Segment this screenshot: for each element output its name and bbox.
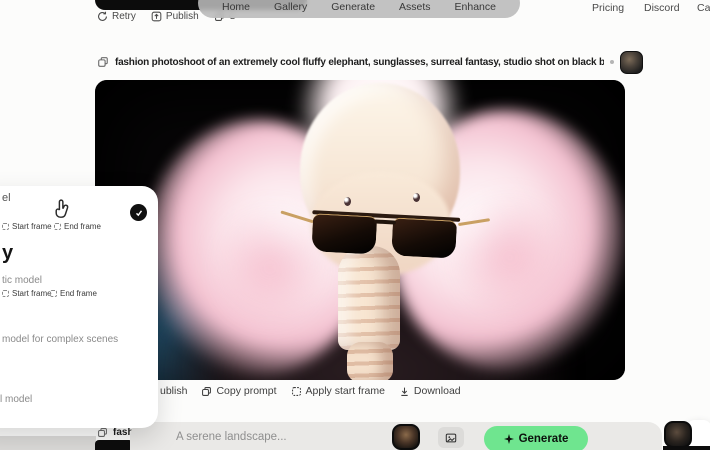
video-actions: ublish Copy prompt Apply start frame Dow… (160, 385, 461, 397)
end-frame-chip-label: End frame (60, 289, 97, 298)
prompt-text: fashion photoshoot of an extremely cool … (115, 57, 604, 68)
next-prompt-copy-icon (97, 427, 108, 438)
copy-prompt-button[interactable]: Copy prompt (201, 385, 276, 397)
hand-cursor-icon (52, 198, 74, 227)
nav-home[interactable]: Home (222, 0, 250, 15)
frame-icon (2, 223, 9, 230)
check-icon (134, 208, 144, 218)
elephant-right-eye (413, 193, 420, 202)
image-icon (445, 432, 457, 444)
generated-video[interactable] (95, 80, 625, 380)
sunglasses-left-lens (311, 213, 377, 254)
nav-gallery[interactable]: Gallery (274, 0, 307, 15)
model-option-title-fragment[interactable]: y (2, 242, 13, 265)
download-label: Download (414, 385, 461, 397)
bottom-left-strip (0, 436, 96, 450)
publish-button[interactable]: Publish (151, 11, 199, 22)
apply-start-frame-icon (291, 386, 302, 397)
elephant-left-eye (344, 197, 351, 206)
app-window: Retry Publish C Home Gallery Generate As… (0, 0, 710, 450)
start-frame-chip[interactable]: Start frame (2, 289, 52, 298)
download-icon (399, 386, 410, 397)
publish-action-label-fragment: ublish (160, 385, 187, 397)
download-button[interactable]: Download (399, 385, 461, 397)
prompt-row: fashion photoshoot of an extremely cool … (97, 50, 643, 74)
copy-prompt-icon (201, 386, 212, 397)
publish-icon (151, 11, 162, 22)
prompt-copy-icon[interactable] (97, 56, 109, 68)
retry-label: Retry (112, 11, 136, 22)
sunglasses (308, 210, 463, 270)
selected-check-badge (130, 204, 147, 221)
bottom-right-thumbnail[interactable] (664, 421, 692, 448)
nav-pricing[interactable]: Pricing (592, 2, 624, 14)
prompt-separator-dot (610, 60, 614, 64)
reference-image-thumbnail[interactable] (392, 424, 420, 450)
start-frame-chip-label: Start frame (12, 222, 52, 231)
elephant-right-ear-inner (450, 185, 570, 330)
sunglasses-bridge (374, 219, 396, 224)
nav-generate[interactable]: Generate (331, 0, 375, 15)
elephant-left-ear-inner (215, 195, 325, 340)
generate-label: Generate (519, 433, 569, 445)
nav-assets[interactable]: Assets (399, 0, 431, 15)
retry-button[interactable]: Retry (97, 11, 136, 22)
model-option-subtitle-fragment: tic model (2, 275, 42, 286)
apply-start-frame-button[interactable]: Apply start frame (291, 385, 385, 397)
generate-bar: Generate (130, 422, 662, 450)
start-frame-chip[interactable]: Start frame (2, 222, 52, 231)
frame-icon (2, 290, 9, 297)
model-option-description-fragment[interactable]: model for complex scenes (2, 334, 118, 345)
retry-icon (97, 11, 108, 22)
sparkle-icon (504, 434, 514, 444)
next-video-thumbnail-edge[interactable] (95, 440, 133, 450)
apply-start-frame-label: Apply start frame (306, 385, 385, 397)
creator-avatar[interactable] (620, 51, 643, 74)
generate-button[interactable]: Generate (484, 426, 588, 450)
nav-enhance[interactable]: Enhance (455, 0, 496, 15)
prompt-input[interactable] (176, 428, 376, 446)
model-option-description-fragment[interactable]: l model (0, 394, 32, 405)
next-prompt-row-truncated[interactable]: fash (97, 427, 134, 438)
nav-discord[interactable]: Discord (644, 2, 680, 14)
start-frame-chip-label: Start frame (12, 289, 52, 298)
sunglasses-right-lens (391, 217, 457, 258)
model-select-panel: el Start frame End frame y tic model Sta… (0, 186, 158, 428)
main-nav: Home Gallery Generate Assets Enhance (198, 0, 520, 18)
bottom-right-video-edge (663, 446, 710, 450)
selected-model-name-fragment: el (2, 192, 11, 204)
end-frame-chip[interactable]: End frame (50, 289, 97, 298)
publish-action-truncated[interactable]: ublish (160, 385, 187, 397)
publish-label: Publish (166, 11, 199, 22)
copy-prompt-label: Copy prompt (216, 385, 276, 397)
add-image-button[interactable] (438, 427, 464, 448)
nav-right-truncated[interactable]: Ca (697, 2, 710, 14)
frame-icon (50, 290, 57, 297)
elephant-trunk-tip (347, 342, 393, 380)
